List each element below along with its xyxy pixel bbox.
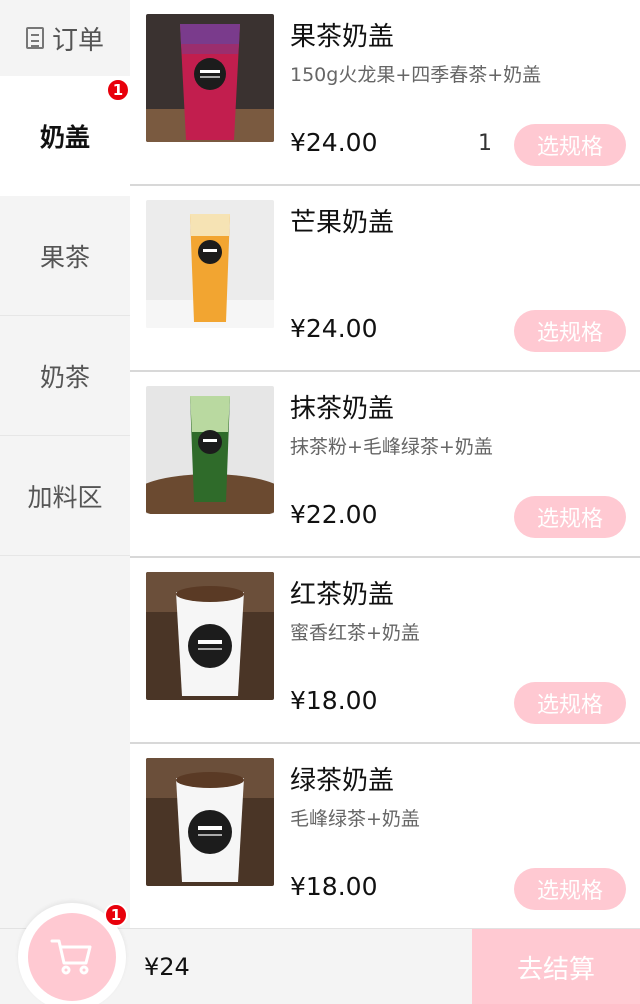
select-spec-button[interactable]: 选规格 bbox=[514, 310, 626, 352]
category-count-badge: 1 bbox=[106, 78, 130, 102]
sidebar-item-label: 奶盖 bbox=[39, 123, 90, 152]
cart-total: ¥24 bbox=[144, 953, 190, 981]
sidebar-item-label: 加料区 bbox=[27, 482, 103, 512]
product-item[interactable]: 绿茶奶盖 毛峰绿茶+奶盖 ¥18.00 选规格 bbox=[130, 744, 640, 928]
product-name: 抹茶奶盖 bbox=[290, 394, 395, 424]
product-price: ¥18.00 bbox=[290, 686, 378, 715]
product-description: 150g火龙果+四季春茶+奶盖 bbox=[290, 64, 542, 86]
product-item[interactable]: 抹茶奶盖 抹茶粉+毛峰绿茶+奶盖 ¥22.00 选规格 bbox=[130, 372, 640, 558]
product-item[interactable]: 红茶奶盖 蜜香红茶+奶盖 ¥18.00 选规格 bbox=[130, 558, 640, 744]
product-price: ¥24.00 bbox=[290, 314, 378, 343]
order-list-icon bbox=[25, 27, 44, 49]
product-description: 抹茶粉+毛峰绿茶+奶盖 bbox=[290, 436, 493, 458]
product-price: ¥24.00 bbox=[290, 128, 378, 157]
shopping-cart-icon bbox=[50, 939, 92, 975]
product-name: 果茶奶盖 bbox=[290, 22, 395, 52]
sidebar-item-guocha[interactable]: 果茶 bbox=[0, 196, 130, 316]
product-name: 芒果奶盖 bbox=[290, 208, 395, 238]
cart-button[interactable] bbox=[28, 913, 116, 1001]
product-list: 果茶奶盖 150g火龙果+四季春茶+奶盖 ¥24.00 1 选规格 芒果奶盖 ¥… bbox=[130, 0, 640, 928]
sidebar-item-jialiao[interactable]: 加料区 bbox=[0, 436, 130, 556]
product-price: ¥18.00 bbox=[290, 872, 378, 901]
product-name: 绿茶奶盖 bbox=[290, 766, 395, 796]
product-item[interactable]: 果茶奶盖 150g火龙果+四季春茶+奶盖 ¥24.00 1 选规格 bbox=[130, 0, 640, 186]
select-spec-button[interactable]: 选规格 bbox=[514, 868, 626, 910]
product-description: 毛峰绿茶+奶盖 bbox=[290, 808, 420, 830]
sidebar-item-naicha[interactable]: 奶茶 bbox=[0, 316, 130, 436]
product-image bbox=[146, 14, 274, 142]
cart-bar: 1 ¥24 去结算 bbox=[0, 903, 640, 1004]
order-tab[interactable]: 订单 bbox=[0, 0, 130, 76]
product-image bbox=[146, 758, 274, 886]
sidebar-item-label: 奶茶 bbox=[39, 362, 90, 392]
sidebar-item-naigai[interactable]: 奶盖 1 bbox=[0, 76, 130, 196]
product-quantity: 1 bbox=[478, 131, 492, 156]
select-spec-button[interactable]: 选规格 bbox=[514, 124, 626, 166]
product-price: ¥22.00 bbox=[290, 500, 378, 529]
product-item[interactable]: 芒果奶盖 ¥24.00 选规格 bbox=[130, 186, 640, 372]
select-spec-button[interactable]: 选规格 bbox=[514, 682, 626, 724]
product-description: 蜜香红茶+奶盖 bbox=[290, 622, 420, 644]
checkout-button[interactable]: 去结算 bbox=[472, 929, 640, 1004]
product-image bbox=[146, 572, 274, 700]
cart-count-badge: 1 bbox=[104, 903, 128, 927]
product-image bbox=[146, 200, 274, 328]
product-image bbox=[146, 386, 274, 514]
select-spec-button[interactable]: 选规格 bbox=[514, 496, 626, 538]
cart-button-wrapper[interactable]: 1 bbox=[18, 903, 128, 1004]
product-name: 红茶奶盖 bbox=[290, 580, 395, 610]
order-tab-label: 订单 bbox=[51, 25, 104, 56]
category-sidebar: 订单 奶盖 1 果茶 奶茶 加料区 bbox=[0, 0, 130, 928]
sidebar-item-label: 果茶 bbox=[39, 242, 90, 272]
